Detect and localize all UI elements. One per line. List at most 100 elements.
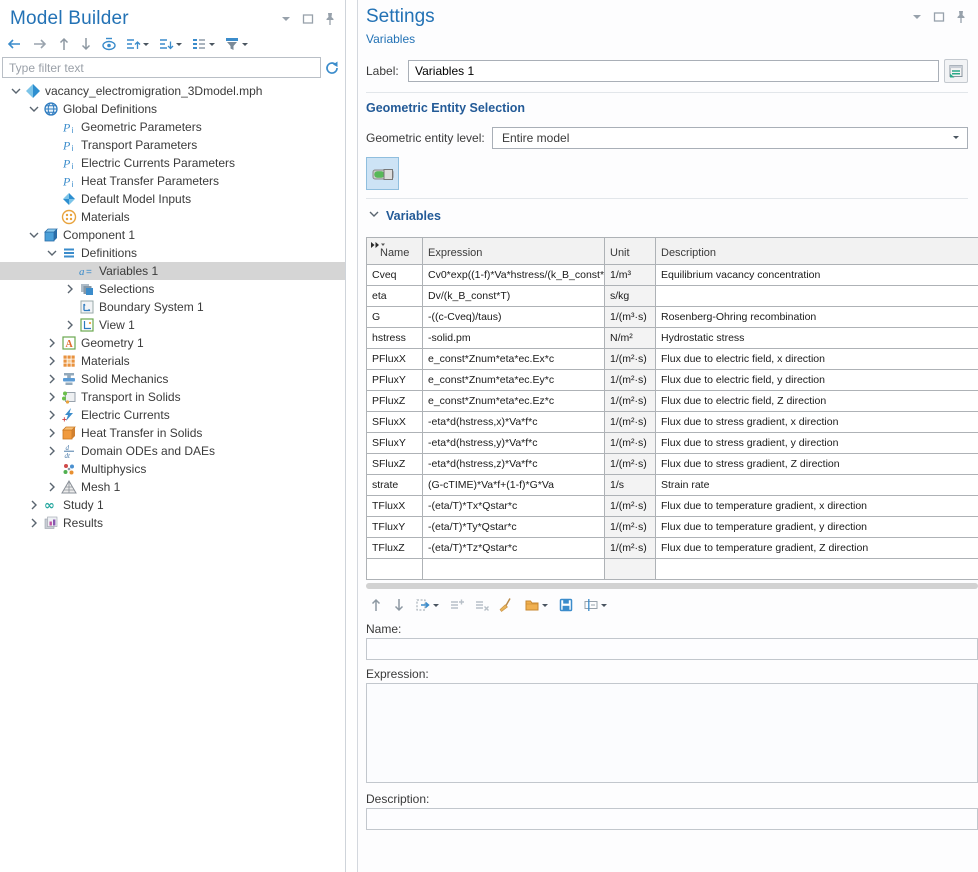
move-up-button[interactable] [56, 34, 72, 54]
var-expression-cell[interactable]: -eta*d(hstress,x)*Va*f*c [423, 412, 605, 433]
tree-item-domain-odes-and-daes[interactable]: ddtDomain ODEs and DAEs [0, 442, 345, 460]
pin-icon[interactable] [954, 10, 968, 24]
description-input[interactable] [366, 808, 978, 830]
var-expression-cell[interactable]: -(eta/T)*Tz*Qstar*c [423, 538, 605, 559]
var-description-cell[interactable]: Flux due to electric field, x direction [656, 349, 978, 370]
float-icon[interactable] [932, 10, 946, 24]
label-input[interactable] [408, 60, 939, 82]
var-expression-cell[interactable]: Cv0*exp((1-f)*Va*hstress/(k_B_const*T)) [423, 265, 605, 286]
tree-item-view-1[interactable]: View 1 [0, 316, 345, 334]
show-button[interactable] [100, 34, 118, 54]
chevron-collapsed-icon[interactable] [44, 353, 60, 369]
var-unit-cell[interactable]: 1/(m²·s) [605, 496, 656, 517]
var-description-cell[interactable]: Strain rate [656, 475, 978, 496]
var-expression-cell[interactable]: e_const*Znum*eta*ec.Ey*c [423, 370, 605, 391]
float-icon[interactable] [301, 12, 315, 26]
var-name-cell[interactable]: SFluxX [367, 412, 423, 433]
tree-item-boundary-system-1[interactable]: Boundary System 1 [0, 298, 345, 316]
chevron-collapsed-icon[interactable] [44, 479, 60, 495]
var-expression-cell[interactable]: e_const*Znum*eta*ec.Ez*c [423, 391, 605, 412]
tree-item-definitions[interactable]: Definitions [0, 244, 345, 262]
tree-item-selections[interactable]: Selections [0, 280, 345, 298]
var-expression-cell[interactable]: -eta*d(hstress,y)*Va*f*c [423, 433, 605, 454]
var-name-cell[interactable]: hstress [367, 328, 423, 349]
tree-item-global-definitions[interactable]: Global Definitions [0, 100, 345, 118]
panel-splitter[interactable] [346, 0, 357, 872]
var-unit-cell[interactable]: 1/(m²·s) [605, 370, 656, 391]
variables-section-header[interactable]: Variables [366, 206, 968, 225]
tree-item-mesh-1[interactable]: Mesh 1 [0, 478, 345, 496]
add-button[interactable] [448, 595, 466, 615]
label-edit-button[interactable] [944, 59, 968, 83]
var-unit-cell[interactable]: 1/(m²·s) [605, 391, 656, 412]
var-description-cell[interactable]: Flux due to stress gradient, y direction [656, 433, 978, 454]
tree-item-solid-mechanics[interactable]: Solid Mechanics [0, 370, 345, 388]
chevron-collapsed-icon[interactable] [62, 281, 78, 297]
var-description-cell[interactable]: Flux due to temperature gradient, x dire… [656, 496, 978, 517]
active-selection-toggle-button[interactable] [366, 157, 399, 190]
var-description-cell[interactable] [656, 286, 978, 307]
tree-item-electric-currents-parameters[interactable]: PiElectric Currents Parameters [0, 154, 345, 172]
node-text-button[interactable] [190, 34, 217, 54]
chevron-collapsed-icon[interactable] [44, 443, 60, 459]
var-expression-cell[interactable]: -solid.pm [423, 328, 605, 349]
tree-item-study-1[interactable]: ∞Study 1 [0, 496, 345, 514]
var-name-cell[interactable] [367, 559, 423, 580]
var-name-cell[interactable]: TFluxX [367, 496, 423, 517]
var-unit-cell[interactable]: 1/(m²·s) [605, 538, 656, 559]
move-down-button[interactable] [78, 34, 94, 54]
var-expression-cell[interactable]: (G-cTIME)*Va*f+(1-f)*G*Va [423, 475, 605, 496]
move-down-button[interactable] [391, 595, 407, 615]
chevron-collapsed-icon[interactable] [44, 371, 60, 387]
var-description-cell[interactable]: Flux due to stress gradient, Z direction [656, 454, 978, 475]
refresh-icon[interactable] [321, 57, 343, 78]
chevron-collapsed-icon[interactable] [62, 317, 78, 333]
tree-item-vacancy-electromigration-3dmodel-mph[interactable]: vacancy_electromigration_3Dmodel.mph [0, 82, 345, 100]
chevron-expanded-icon[interactable] [44, 245, 60, 261]
var-description-cell[interactable]: Equilibrium vacancy concentration [656, 265, 978, 286]
var-expression-cell[interactable]: Dv/(k_B_const*T) [423, 286, 605, 307]
var-unit-cell[interactable]: s/kg [605, 286, 656, 307]
chevron-expanded-icon[interactable] [8, 83, 24, 99]
tree-item-transport-in-solids[interactable]: Transport in Solids [0, 388, 345, 406]
var-unit-cell[interactable]: 1/(m²·s) [605, 454, 656, 475]
delete-button[interactable] [473, 595, 491, 615]
var-description-cell[interactable]: Flux due to stress gradient, x direction [656, 412, 978, 433]
var-unit-cell[interactable]: 1/s [605, 475, 656, 496]
tree-item-default-model-inputs[interactable]: Default Model Inputs [0, 190, 345, 208]
var-name-cell[interactable]: eta [367, 286, 423, 307]
chevron-collapsed-icon[interactable] [26, 515, 42, 531]
tree-item-geometric-parameters[interactable]: PiGeometric Parameters [0, 118, 345, 136]
var-description-cell[interactable]: Flux due to electric field, Z direction [656, 391, 978, 412]
var-expression-cell[interactable]: e_const*Znum*eta*ec.Ex*c [423, 349, 605, 370]
tree-item-geometry-1[interactable]: AGeometry 1 [0, 334, 345, 352]
menu-down-icon[interactable] [910, 10, 924, 24]
clear-table-button[interactable] [498, 595, 516, 615]
filter-input[interactable] [2, 57, 321, 78]
chevron-collapsed-icon[interactable] [44, 389, 60, 405]
var-unit-cell[interactable] [605, 559, 656, 580]
chevron-collapsed-icon[interactable] [26, 497, 42, 513]
var-unit-cell[interactable]: N/m² [605, 328, 656, 349]
var-name-cell[interactable]: SFluxZ [367, 454, 423, 475]
load-file-button[interactable] [523, 595, 550, 615]
tree-item-results[interactable]: Results [0, 514, 345, 532]
tree-item-materials[interactable]: Materials [0, 208, 345, 226]
var-expression-cell[interactable] [423, 559, 605, 580]
var-expression-cell[interactable]: -(eta/T)*Ty*Qstar*c [423, 517, 605, 538]
move-up-button[interactable] [368, 595, 384, 615]
tree-item-materials[interactable]: Materials [0, 352, 345, 370]
var-description-cell[interactable]: Flux due to electric field, y direction [656, 370, 978, 391]
back-button[interactable] [4, 34, 24, 54]
tree-item-transport-parameters[interactable]: PiTransport Parameters [0, 136, 345, 154]
var-name-cell[interactable]: strate [367, 475, 423, 496]
geometric-entity-level-dropdown[interactable]: Entire model [492, 127, 968, 149]
var-unit-cell[interactable]: 1/(m²·s) [605, 349, 656, 370]
menu-down-icon[interactable] [279, 12, 293, 26]
move-to-button[interactable] [414, 595, 441, 615]
sort-icon[interactable] [370, 240, 386, 252]
var-unit-cell[interactable]: 1/(m²·s) [605, 433, 656, 454]
chevron-collapsed-icon[interactable] [44, 335, 60, 351]
tree-item-heat-transfer-in-solids[interactable]: Heat Transfer in Solids [0, 424, 345, 442]
chevron-collapsed-icon[interactable] [44, 407, 60, 423]
